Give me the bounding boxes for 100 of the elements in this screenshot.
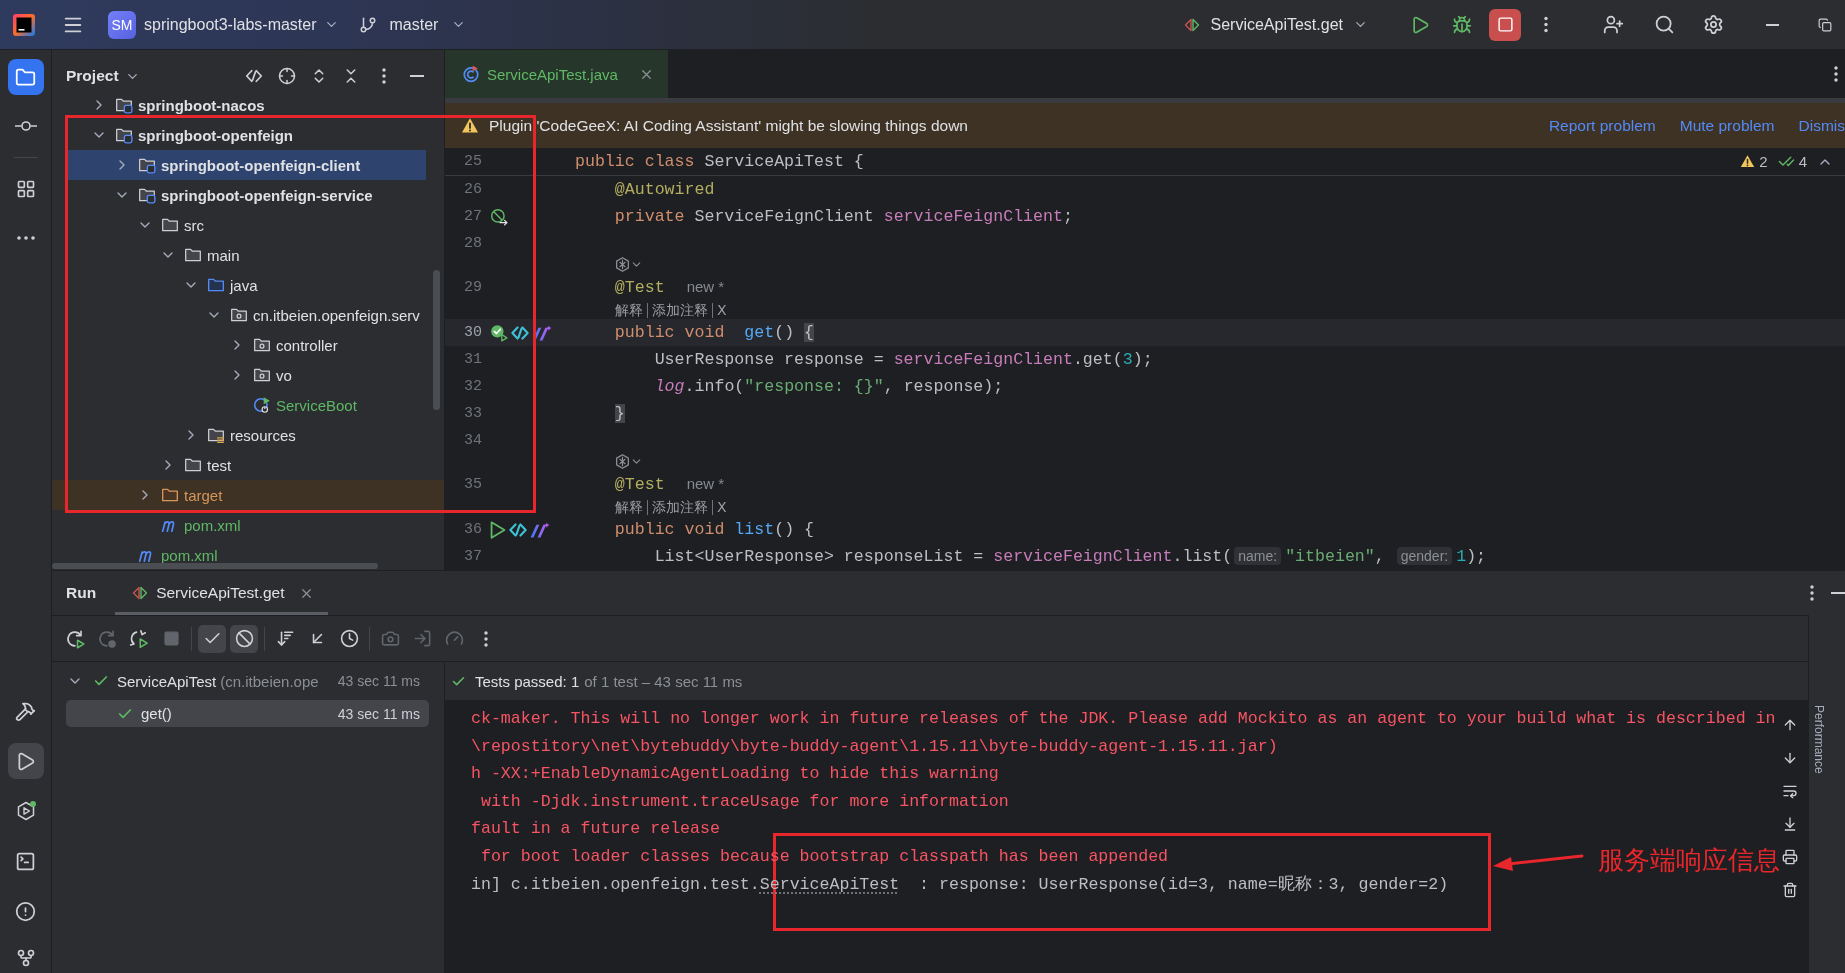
- spring-boot-class-icon: [253, 396, 271, 414]
- class-name[interactable]: ServiceBoot: [276, 396, 357, 414]
- test-class-icon: [462, 65, 480, 83]
- module-name[interactable]: springboot-openfeign-service: [161, 186, 373, 204]
- line-number: 30: [463, 324, 482, 341]
- workspace-dropdown[interactable]: SM springboot3-labs-master: [108, 7, 339, 42]
- editor-tab[interactable]: ServiceApiTest.java: [445, 50, 668, 98]
- play-icon[interactable]: [490, 520, 506, 539]
- arrow-to-line-icon: [1782, 816, 1798, 832]
- horizontal-scrollbar[interactable]: [52, 563, 378, 569]
- code-link-icon[interactable]: [509, 521, 527, 538]
- crosshair-icon: [278, 67, 296, 85]
- camera-icon: [380, 629, 400, 648]
- banner-action-link[interactable]: Dismis: [1798, 116, 1845, 135]
- file-name[interactable]: pom.xml: [184, 516, 241, 534]
- passed-count[interactable]: 4: [1798, 153, 1807, 170]
- run-configuration-dropdown[interactable]: ServiceApiTest.get: [1184, 7, 1368, 42]
- test-duration: 43 sec 11 ms: [337, 705, 420, 722]
- stop-icon: [162, 630, 180, 647]
- branch-dropdown[interactable]: master: [358, 7, 467, 42]
- hexagon-knot-icon[interactable]: [615, 454, 630, 469]
- more-vertical-icon: [484, 630, 488, 647]
- line-number: 36: [463, 521, 482, 538]
- user-plus-icon: [1602, 14, 1624, 35]
- line-number: 31: [463, 351, 482, 368]
- package-name[interactable]: cn.itbeien.openfeign.serv: [253, 306, 420, 324]
- folder-name[interactable]: resources: [230, 426, 296, 444]
- branch-icon: [358, 15, 377, 34]
- warning-count[interactable]: 2: [1759, 153, 1768, 170]
- hexagon-knot-icon[interactable]: [615, 257, 630, 272]
- bean-icon[interactable]: [490, 207, 508, 226]
- show-passed-button[interactable]: [198, 624, 226, 653]
- run-tool-button[interactable]: [7, 743, 44, 779]
- annotation-label: 服务端响应信息: [1598, 844, 1780, 877]
- code-lens-link[interactable]: 添加注释: [647, 303, 712, 318]
- stop-button[interactable]: [1489, 8, 1521, 41]
- line-number: 28: [463, 235, 482, 252]
- vertical-scrollbar[interactable]: [433, 270, 440, 410]
- file-name[interactable]: pom.xml: [161, 546, 218, 564]
- code-lens-link[interactable]: X: [712, 303, 731, 318]
- toggle-arrows-play-icon: [129, 628, 149, 649]
- folder-icon: [161, 486, 179, 504]
- ellipsis-icon: [16, 236, 35, 240]
- panel-view-dropdown[interactable]: Project: [66, 67, 140, 85]
- module-name[interactable]: springboot-openfeign-client: [161, 156, 361, 174]
- wrap-text-icon: [1782, 783, 1798, 799]
- folder-name[interactable]: java: [230, 276, 258, 294]
- code-line: @Autowired: [613, 180, 715, 199]
- more-vertical-icon: [1810, 585, 1814, 601]
- test-class-name[interactable]: ServiceApiTest: [117, 672, 217, 690]
- folder-name[interactable]: src: [184, 216, 204, 234]
- package-name[interactable]: controller: [276, 336, 338, 354]
- minimize-icon: [1765, 23, 1779, 26]
- stop-icon: [1496, 16, 1514, 33]
- panel-title: Run: [66, 584, 97, 602]
- line-number: 37: [463, 548, 482, 565]
- banner-action-link[interactable]: Mute problem: [1679, 116, 1775, 135]
- run-tab[interactable]: ServiceApiTest.get: [115, 571, 329, 615]
- ai-assistant-icon[interactable]: [530, 521, 550, 538]
- resources-folder-icon: [207, 426, 225, 444]
- package-folder-icon: [253, 366, 271, 384]
- warning-icon: [1740, 155, 1756, 168]
- test-duration: 43 sec 11 ms: [337, 673, 420, 689]
- terminal-icon: [15, 850, 36, 872]
- test-method-name[interactable]: get(): [141, 705, 172, 722]
- module-name[interactable]: springboot-nacos: [138, 96, 265, 114]
- banner-message: Plugin 'CodeGeeX: AI Coding Assistant' might be slowing things down: [489, 116, 968, 135]
- line-number: 25: [463, 153, 482, 170]
- line-number: 33: [463, 405, 482, 422]
- excluded-tree-row[interactable]: target: [52, 480, 444, 510]
- code-link-icon[interactable]: [511, 324, 529, 341]
- console-line: h -XX:+EnableDynamicAgentLoading to hide this warning: [471, 764, 999, 784]
- line-number: 26: [463, 181, 482, 198]
- app-logo-icon[interactable]: [13, 13, 35, 36]
- code-lens-link[interactable]: X: [712, 500, 731, 515]
- folder-name[interactable]: target: [184, 486, 223, 504]
- ban-icon: [234, 629, 254, 648]
- project-tool-button[interactable]: [7, 59, 44, 95]
- test-summary-detail: of 1 test – 43 sec 11 ms: [584, 672, 743, 690]
- folder-name[interactable]: test: [207, 456, 232, 474]
- hammer-icon: [15, 700, 36, 722]
- run-configuration-icon: [1184, 16, 1201, 33]
- test-passed-icon[interactable]: [490, 323, 508, 342]
- show-ignored-button[interactable]: [230, 624, 258, 653]
- code-lens-link[interactable]: 解释: [615, 303, 647, 318]
- test-package-name: (cn.itbeien.ope: [220, 672, 319, 690]
- code-line: private ServiceFeignClient serviceFeignClient;: [613, 207, 1073, 226]
- sort-icon: [275, 629, 295, 648]
- commit-icon: [14, 121, 37, 131]
- console-line: ck-maker. This will no longer work in future releases of the JDK. Please add Mockito as an agent to your build what is described in: [471, 709, 1776, 729]
- selected-test-row[interactable]: get() 43 sec 11 ms: [66, 700, 429, 727]
- code-lens-link[interactable]: 添加注释: [647, 500, 712, 515]
- test-summary: Tests passed: 1: [475, 672, 580, 690]
- side-tool-label[interactable]: Performance: [1812, 705, 1826, 774]
- code-lens-link[interactable]: 解释: [615, 500, 647, 515]
- package-name[interactable]: vo: [276, 366, 292, 384]
- module-name[interactable]: springboot-openfeign: [138, 126, 293, 144]
- console-line: fault in a future release: [471, 819, 720, 839]
- banner-action-link[interactable]: Report problem: [1548, 116, 1656, 135]
- folder-name[interactable]: main: [207, 246, 240, 264]
